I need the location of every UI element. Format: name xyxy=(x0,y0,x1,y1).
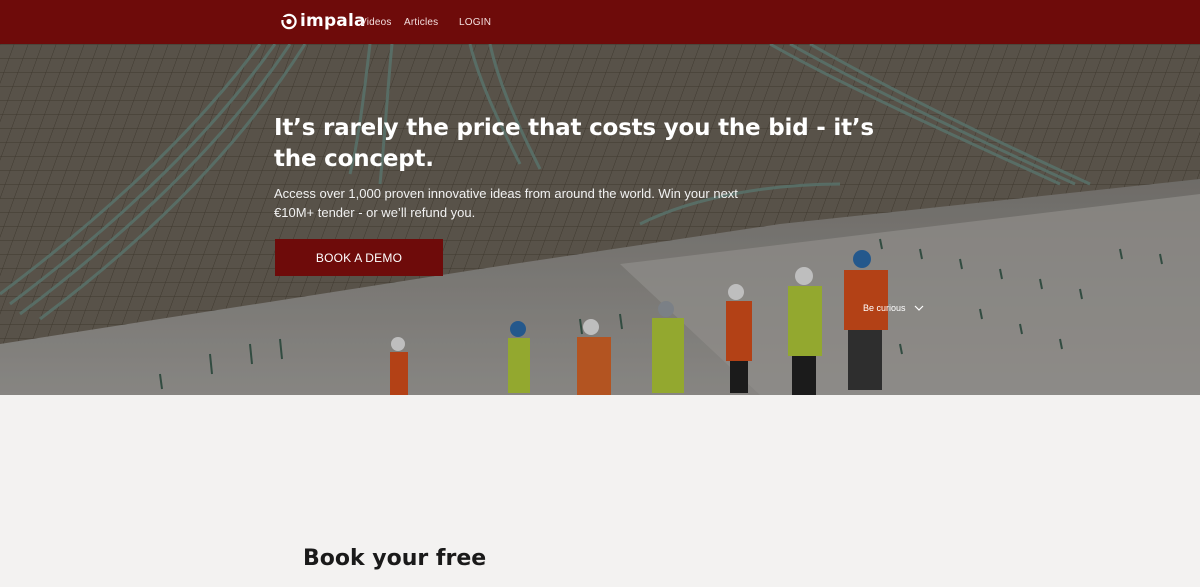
section-title: Book your free xyxy=(303,546,487,571)
brand-name: impala xyxy=(300,11,366,31)
scroll-hint-label: Be curious xyxy=(863,303,906,313)
hero-heading: It’s rarely the price that costs you the… xyxy=(274,115,874,172)
nav-login-link[interactable]: LOGIN xyxy=(459,17,491,28)
brand-logo-link[interactable]: impala xyxy=(280,11,366,31)
top-navigation-bar: impala Videos Articles LOGIN xyxy=(0,0,1200,44)
book-a-demo-button[interactable]: BOOK A DEMO xyxy=(275,239,443,276)
chevron-down-icon xyxy=(914,305,923,311)
nav-articles-link[interactable]: Articles xyxy=(404,17,438,28)
impala-logo-icon xyxy=(280,13,297,30)
hero-section: It’s rarely the price that costs you the… xyxy=(0,44,1200,395)
scroll-hint[interactable]: Be curious xyxy=(863,303,924,313)
hero-subtext: Access over 1,000 proven innovative idea… xyxy=(274,186,738,220)
nav-videos-link[interactable]: Videos xyxy=(360,17,392,28)
